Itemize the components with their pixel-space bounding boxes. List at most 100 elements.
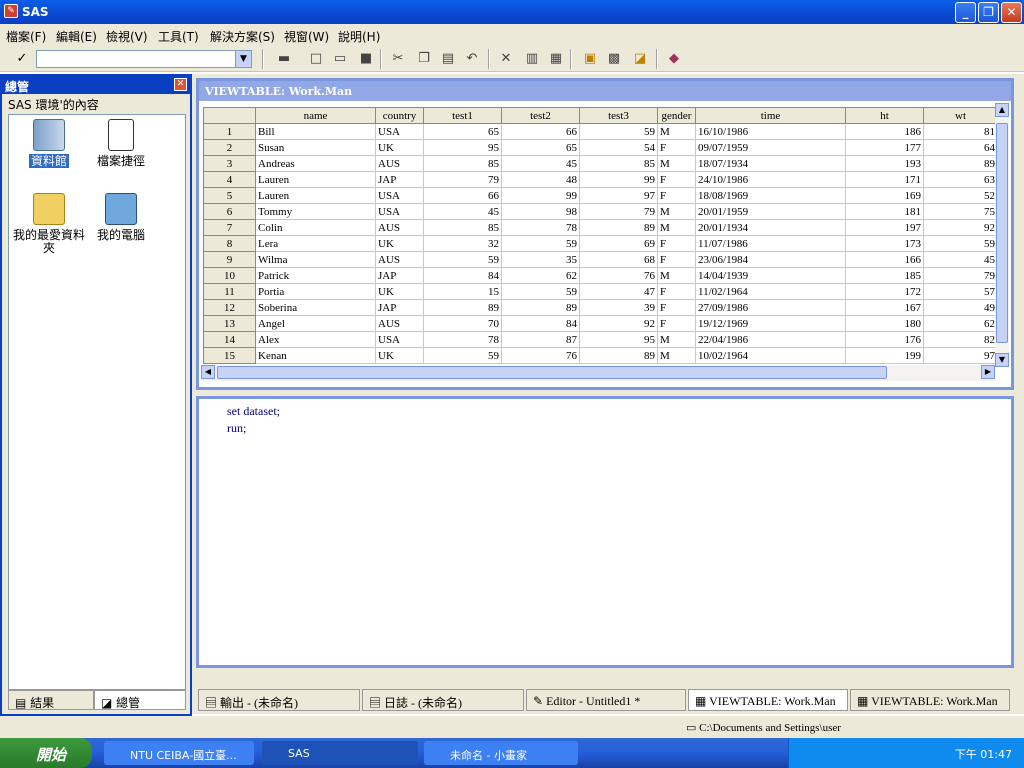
table-cell[interactable]: 22/04/1986 (695, 331, 846, 348)
tab-viewtable-2[interactable]: ▦ VIEWTABLE: Work.Man (850, 689, 1010, 711)
task-paint[interactable]: 未命名 - 小畫家 (424, 741, 578, 765)
code-area[interactable]: set dataset; run; (227, 403, 280, 437)
table-cell[interactable]: 68 (579, 251, 658, 268)
table-cell[interactable]: 23/06/1984 (695, 251, 846, 268)
table-cell[interactable]: 92 (923, 219, 998, 236)
table-cell[interactable]: 69 (579, 235, 658, 252)
table-cell[interactable]: 177 (845, 139, 924, 156)
vertical-scroll-thumb[interactable] (996, 123, 1008, 343)
table-row[interactable]: 6 Tommy USA 45 98 79 M 20/01/1959 181 75 (203, 203, 998, 220)
menu-help[interactable]: 說明(H) (338, 28, 380, 45)
table-cell[interactable]: 185 (845, 267, 924, 284)
row-number[interactable]: 5 (203, 187, 256, 204)
menu-window[interactable]: 視窗(W) (284, 28, 329, 45)
column-header[interactable]: name (255, 107, 376, 124)
table-cell[interactable]: AUS (375, 155, 424, 172)
row-number[interactable]: 7 (203, 219, 256, 236)
scroll-left-icon[interactable]: ◀ (201, 365, 215, 379)
table-row[interactable]: 1 Bill USA 65 66 59 M 16/10/1986 186 81 (203, 123, 998, 140)
properties-icon[interactable]: ▩ (604, 50, 624, 68)
table-cell[interactable]: F (657, 187, 696, 204)
table-cell[interactable]: 89 (579, 219, 658, 236)
table-cell[interactable]: AUS (375, 315, 424, 332)
table-cell[interactable]: 66 (423, 187, 502, 204)
table-cell[interactable]: 84 (423, 267, 502, 284)
table-cell[interactable]: AUS (375, 251, 424, 268)
menu-edit[interactable]: 編輯(E) (56, 28, 97, 45)
table-cell[interactable]: Soberina (255, 299, 376, 316)
menu-tools[interactable]: 工具(T) (158, 28, 199, 45)
table-cell[interactable]: 57 (923, 283, 998, 300)
table-cell[interactable]: 18/08/1969 (695, 187, 846, 204)
library-icon[interactable]: ▣ (580, 50, 600, 68)
table-cell[interactable]: F (657, 283, 696, 300)
table-cell[interactable]: 84 (501, 315, 580, 332)
table-cell[interactable]: Bill (255, 123, 376, 140)
table-row[interactable]: 4 Lauren JAP 79 48 99 F 24/10/1986 171 63 (203, 171, 998, 188)
table-cell[interactable]: 97 (579, 187, 658, 204)
table-cell[interactable]: 99 (579, 171, 658, 188)
table-cell[interactable]: 70 (423, 315, 502, 332)
horizontal-scroll-thumb[interactable] (217, 366, 887, 379)
tab-results[interactable]: ▤ 結果 (8, 690, 94, 710)
explorer-close-icon[interactable]: ✕ (174, 78, 187, 91)
menu-view[interactable]: 檢視(V) (106, 28, 148, 45)
table-cell[interactable]: Alex (255, 331, 376, 348)
table-cell[interactable]: USA (375, 331, 424, 348)
table-cell[interactable]: 64 (923, 139, 998, 156)
clock[interactable]: 下午 01:47 (955, 746, 1012, 762)
table-cell[interactable]: 59 (579, 123, 658, 140)
table-cell[interactable]: 32 (423, 235, 502, 252)
tab-viewtable-1[interactable]: ▦ VIEWTABLE: Work.Man (688, 689, 848, 711)
table-cell[interactable]: 79 (579, 203, 658, 220)
table-cell[interactable]: Lera (255, 235, 376, 252)
row-number[interactable]: 3 (203, 155, 256, 172)
table-cell[interactable]: F (657, 139, 696, 156)
row-number[interactable]: 8 (203, 235, 256, 252)
table-cell[interactable]: 172 (845, 283, 924, 300)
help-book-icon[interactable]: ◆ (664, 50, 684, 68)
table-cell[interactable]: 79 (423, 171, 502, 188)
column-header[interactable]: test2 (501, 107, 580, 124)
table-cell[interactable]: 09/07/1959 (695, 139, 846, 156)
table-cell[interactable]: 89 (501, 299, 580, 316)
scroll-right-icon[interactable]: ▶ (981, 365, 995, 379)
table-cell[interactable]: 85 (423, 155, 502, 172)
table-cell[interactable]: USA (375, 187, 424, 204)
table-cell[interactable]: 98 (501, 203, 580, 220)
table-cell[interactable]: 173 (845, 235, 924, 252)
table-row[interactable]: 11 Portia UK 15 59 47 F 11/02/1964 172 57 (203, 283, 998, 300)
command-dropdown-icon[interactable]: ▼ (235, 51, 251, 67)
table-cell[interactable]: 97 (923, 347, 998, 364)
table-cell[interactable]: USA (375, 123, 424, 140)
favorite-folders-item[interactable]: 我的最愛資料夾 (13, 193, 85, 255)
table-cell[interactable]: M (657, 155, 696, 172)
table-cell[interactable]: 45 (923, 251, 998, 268)
table-cell[interactable]: Susan (255, 139, 376, 156)
table-cell[interactable]: 78 (501, 219, 580, 236)
table-cell[interactable]: 62 (923, 315, 998, 332)
table-cell[interactable]: M (657, 331, 696, 348)
table-cell[interactable]: 79 (923, 267, 998, 284)
cut-icon[interactable]: ✂ (388, 50, 408, 68)
table-cell[interactable]: 16/10/1986 (695, 123, 846, 140)
table-cell[interactable]: 49 (923, 299, 998, 316)
find-icon[interactable]: ◪ (630, 50, 650, 68)
table-cell[interactable]: M (657, 219, 696, 236)
table-cell[interactable]: 27/09/1986 (695, 299, 846, 316)
table-cell[interactable]: 65 (423, 123, 502, 140)
undo-icon[interactable]: ↶ (462, 50, 482, 68)
table-cell[interactable]: 54 (579, 139, 658, 156)
table-cell[interactable]: JAP (375, 267, 424, 284)
table-cell[interactable]: AUS (375, 219, 424, 236)
table-row[interactable]: 13 Angel AUS 70 84 92 F 19/12/1969 180 62 (203, 315, 998, 332)
table-cell[interactable]: 87 (501, 331, 580, 348)
table-cell[interactable]: 171 (845, 171, 924, 188)
tab-explorer[interactable]: ◪ 總管 (94, 690, 186, 710)
table-row[interactable]: 12 Soberina JAP 89 89 39 F 27/09/1986 167 49 (203, 299, 998, 316)
delete-icon[interactable]: ✕ (496, 50, 516, 68)
table-cell[interactable]: 47 (579, 283, 658, 300)
table-cell[interactable]: 95 (423, 139, 502, 156)
table-row[interactable]: 7 Colin AUS 85 78 89 M 20/01/1934 197 92 (203, 219, 998, 236)
table-cell[interactable]: M (657, 347, 696, 364)
